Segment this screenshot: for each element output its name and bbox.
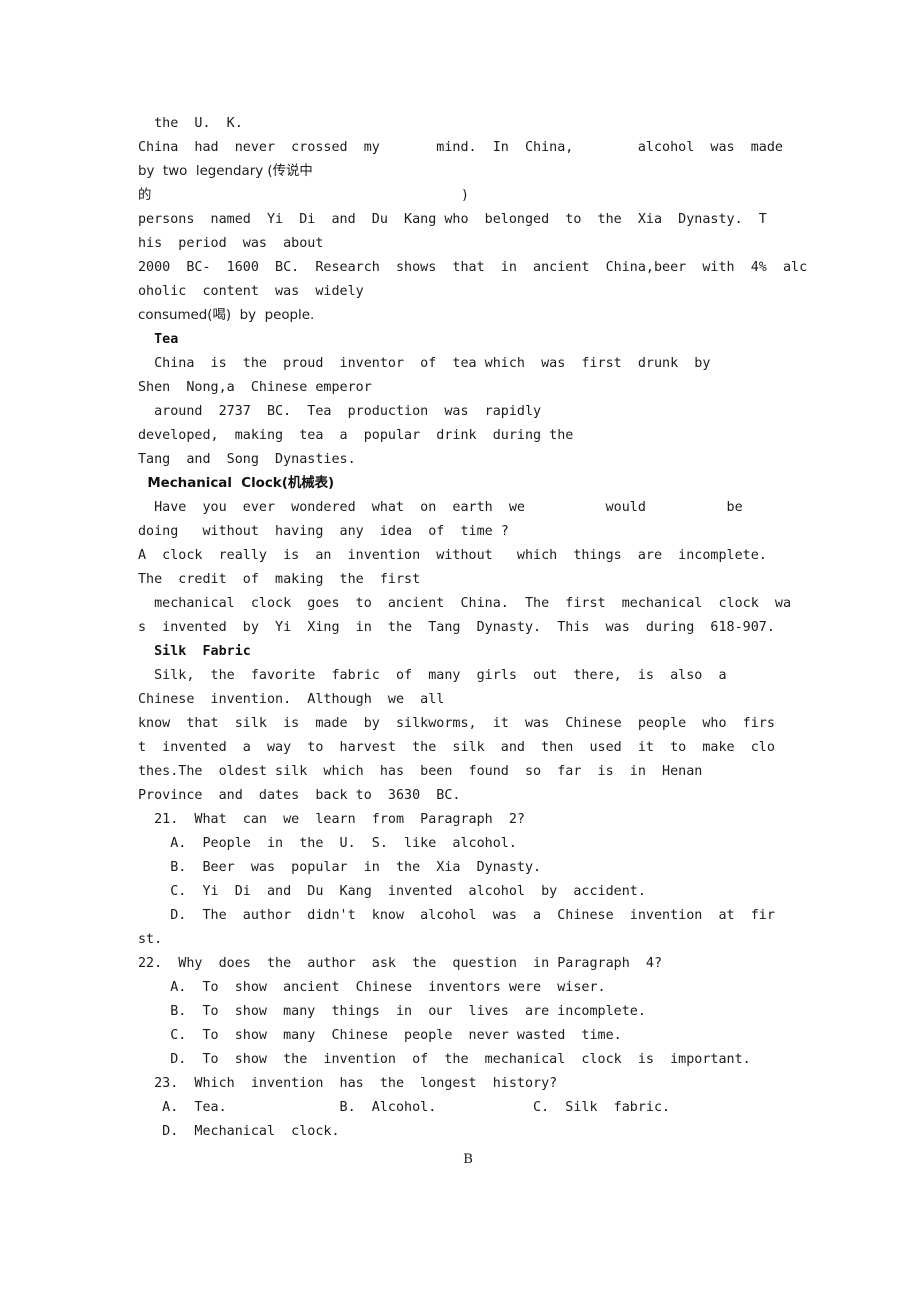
text-line: China had never crossed my mind. In Chin… xyxy=(138,140,783,155)
question-23-options-abc[interactable]: A. Tea. B. Alcohol. C. Silk fabric. xyxy=(138,1096,798,1120)
text-line: Silk, the favorite fabric of many girls … xyxy=(138,668,727,683)
text-line: thes.The oldest silk which has been foun… xyxy=(138,764,703,779)
text-line: Chinese invention. Although we all xyxy=(138,692,445,707)
question-21-option-c[interactable]: C. Yi Di and Du Kang invented alcohol by… xyxy=(138,880,798,904)
text-line: around 2737 BC. Tea production was rapid… xyxy=(138,404,542,419)
text-line: doing without having any idea of time ? xyxy=(138,524,509,539)
text-line: developed, making tea a popular drink du… xyxy=(138,428,574,443)
text-line: The credit of making the first xyxy=(138,572,421,587)
text-line: A clock really is an invention without w… xyxy=(138,548,767,563)
text-line: oholic content was widely xyxy=(138,284,364,299)
question-22-option-a[interactable]: A. To show ancient Chinese inventors wer… xyxy=(138,976,798,1000)
text-line: persons named Yi Di and Du Kang who belo… xyxy=(138,212,767,227)
text-line: 的 ) xyxy=(138,188,468,203)
question-23-stem: 23. Which invention has the longest hist… xyxy=(138,1076,558,1091)
section-heading-mechanical-clock: Mechanical Clock(机械表) xyxy=(138,476,335,491)
question-21-option-a[interactable]: A. People in the U. S. like alcohol. xyxy=(138,832,798,856)
text-line: mechanical clock goes to ancient China. … xyxy=(138,596,792,611)
question-21-option-b[interactable]: B. Beer was popular in the Xia Dynasty. xyxy=(138,856,798,880)
text-line: by two legendary (传说中 xyxy=(138,164,313,179)
question-22-stem: 22. Why does the author ask the question… xyxy=(138,956,663,971)
section-heading-silk-fabric: Silk Fabric xyxy=(138,644,251,659)
document-text-body: the U. K. China had never crossed my min… xyxy=(138,112,808,1144)
question-22-option-b[interactable]: B. To show many things in our lives are … xyxy=(138,1000,798,1024)
text-line: his period was about xyxy=(138,236,324,251)
question-21-option-d-wrap: st. xyxy=(138,932,163,947)
question-21-option-d[interactable]: D. The author didn't know alcohol was a … xyxy=(138,904,798,928)
question-23-option-d[interactable]: D. Mechanical clock. xyxy=(138,1120,798,1144)
text-line: Have you ever wondered what on earth we … xyxy=(138,500,743,515)
footer-answer-mark: B xyxy=(463,1152,473,1167)
text-line: consumed(喝) by people. xyxy=(138,308,315,323)
question-22-option-d[interactable]: D. To show the invention of the mechanic… xyxy=(138,1048,798,1072)
section-heading-tea: Tea xyxy=(138,332,179,347)
question-21-stem: 21. What can we learn from Paragraph 2? xyxy=(138,812,525,827)
text-line: t invented a way to harvest the silk and… xyxy=(138,740,775,755)
text-line: Shen Nong,a Chinese emperor xyxy=(138,380,372,395)
text-line: China is the proud inventor of tea which… xyxy=(138,356,711,371)
text-line: s invented by Yi Xing in the Tang Dynast… xyxy=(138,620,775,635)
text-line: know that silk is made by silkworms, it … xyxy=(138,716,775,731)
document-page: the U. K. China had never crossed my min… xyxy=(0,0,920,1302)
text-line: 2000 BC- 1600 BC. Research shows that in… xyxy=(138,260,808,275)
text-line: Province and dates back to 3630 BC. xyxy=(138,788,461,803)
text-line: the U. K. xyxy=(138,116,243,131)
text-line: Tang and Song Dynasties. xyxy=(138,452,356,467)
question-22-option-c[interactable]: C. To show many Chinese people never was… xyxy=(138,1024,798,1048)
